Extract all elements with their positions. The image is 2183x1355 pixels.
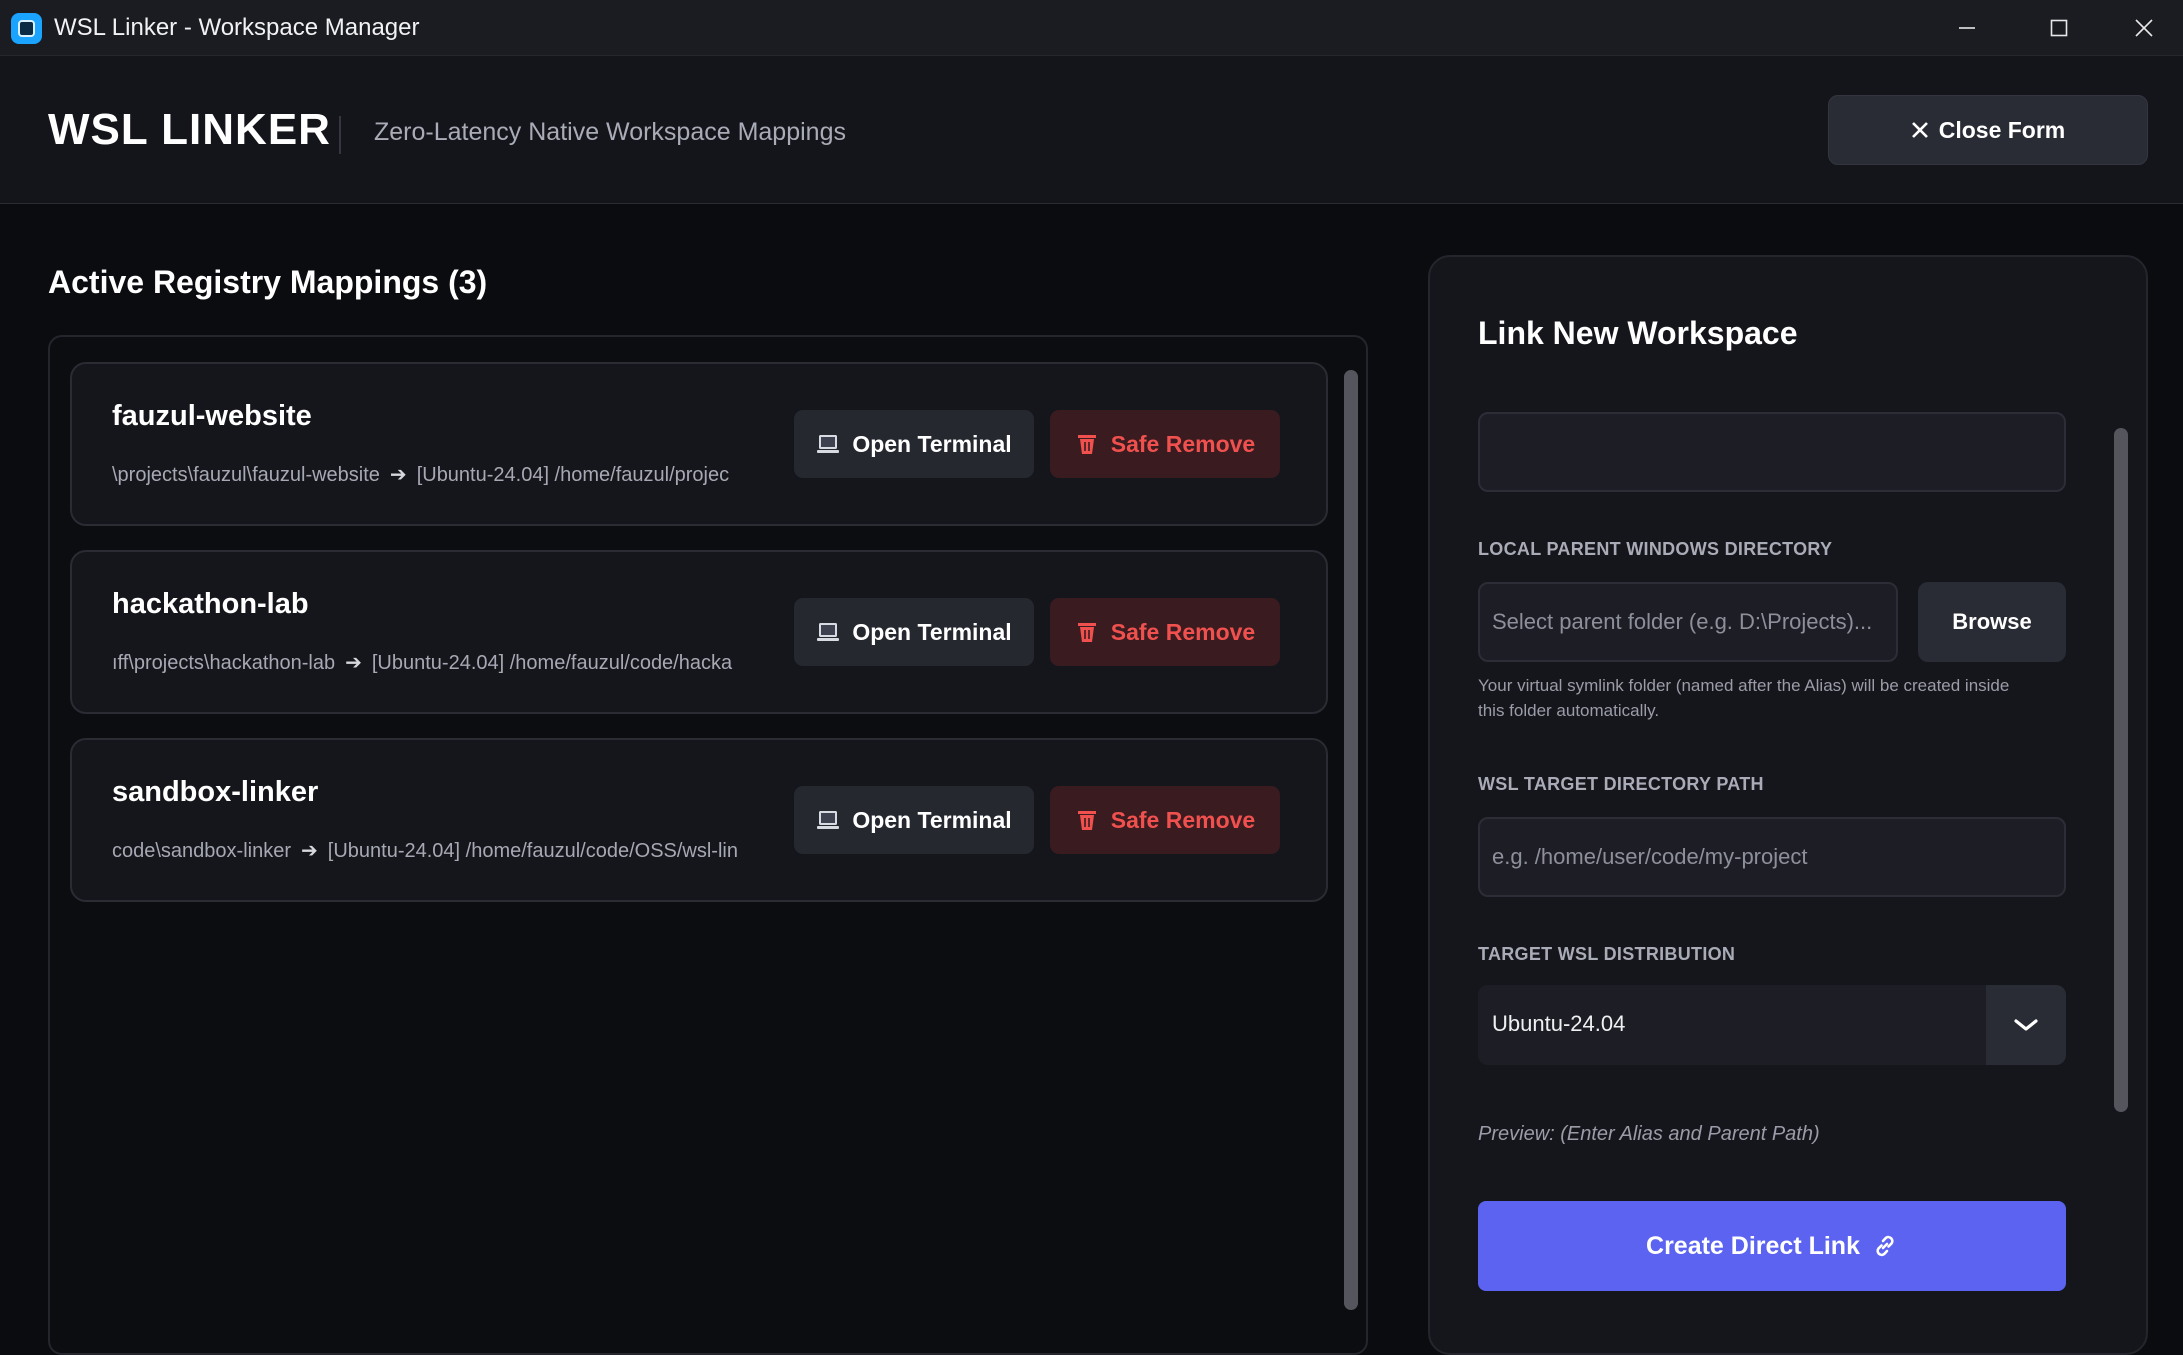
link-form-panel: Link New Workspace LOCAL PARENT WINDOWS … — [1428, 255, 2148, 1355]
windows-path: ıff\projects\hackathon-lab — [112, 652, 336, 674]
open-terminal-button[interactable]: Open Terminal — [794, 786, 1034, 854]
close-form-label: Close Form — [1938, 116, 2066, 143]
minimize-button[interactable] — [1921, 0, 2013, 56]
mapping-path: code\sandbox-linker ➔ [Ubuntu-24.04] /home… — [112, 838, 820, 868]
alias-input[interactable] — [1478, 412, 2066, 492]
trash-icon — [1077, 623, 1096, 642]
mapping-card-fauzul-website: fauzul-website \projects\fauzul\fauzul-w… — [70, 362, 1328, 526]
trash-icon — [1077, 435, 1096, 454]
create-link-label: Create Direct Link — [1646, 1231, 1860, 1260]
safe-remove-button[interactable]: Safe Remove — [1050, 786, 1280, 854]
minimize-icon — [1959, 27, 1975, 29]
parent-directory-helper: Your virtual symlink folder (named after… — [1478, 676, 2010, 720]
mapping-list: fauzul-website \projects\fauzul\fauzul-w… — [48, 335, 1368, 1355]
arrow-right-icon: ➔ — [345, 652, 362, 674]
open-terminal-label: Open Terminal — [852, 618, 1012, 645]
parent-directory-input[interactable] — [1478, 582, 1898, 662]
create-link-button[interactable]: Create Direct Link — [1478, 1201, 2066, 1291]
safe-remove-label: Safe Remove — [1110, 430, 1256, 457]
mapping-list-scrollbar[interactable] — [1344, 370, 1358, 1310]
mapping-path: \projects\fauzul\fauzul-website ➔ [Ubuntu-… — [112, 462, 820, 492]
terminal-icon — [817, 811, 840, 829]
form-title: Link New Workspace — [1478, 315, 1798, 351]
brand-title: WSL LINKER — [48, 105, 331, 154]
close-window-button[interactable] — [2105, 0, 2183, 56]
browse-button[interactable]: Browse — [1918, 582, 2066, 662]
wsl-path: [Ubuntu-24.04] /home/fauzul/projec — [416, 464, 730, 486]
trash-icon — [1077, 811, 1096, 830]
wsl-path-label: WSL TARGET DIRECTORY PATH — [1478, 774, 1764, 794]
mapping-card-hackathon-lab: hackathon-lab ıff\projects\hackathon-lab… — [70, 550, 1328, 714]
registry-title: Active Registry Mappings (3) — [48, 264, 488, 300]
tagline: Zero-Latency Native Workspace Mappings — [374, 118, 846, 146]
mapping-name: sandbox-linker — [112, 776, 319, 808]
mapping-name: hackathon-lab — [112, 588, 309, 620]
terminal-icon — [817, 623, 840, 641]
app-icon — [11, 13, 42, 44]
wsl-path-input[interactable] — [1478, 817, 2066, 897]
windows-path: \projects\fauzul\fauzul-website — [112, 464, 380, 486]
arrow-right-icon: ➔ — [389, 464, 407, 486]
link-preview: Preview: (Enter Alias and Parent Path) — [1478, 1123, 1820, 1145]
safe-remove-button[interactable]: Safe Remove — [1050, 598, 1280, 666]
arrow-right-icon: ➔ — [301, 840, 318, 862]
distribution-value: Ubuntu-24.04 — [1492, 1011, 1626, 1036]
parent-directory-label: LOCAL PARENT WINDOWS DIRECTORY — [1478, 539, 1833, 559]
mapping-path: ıff\projects\hackathon-lab ➔ [Ubuntu-24.04… — [112, 650, 820, 680]
safe-remove-label: Safe Remove — [1110, 806, 1256, 833]
wsl-path: [Ubuntu-24.04] /home/fauzul/code/OSS/wsl… — [327, 840, 738, 862]
chevron-down-icon — [2014, 1019, 2038, 1031]
open-terminal-button[interactable]: Open Terminal — [794, 410, 1034, 478]
window-title: WSL Linker - Workspace Manager — [54, 14, 420, 41]
terminal-icon — [817, 435, 840, 453]
mapping-card-sandbox-linker: sandbox-linker code\sandbox-linker ➔ [Ubun… — [70, 738, 1328, 902]
open-terminal-label: Open Terminal — [852, 430, 1012, 457]
title-bar: WSL Linker - Workspace Manager — [0, 0, 2183, 56]
distribution-select[interactable]: Ubuntu-24.04 — [1478, 985, 2066, 1065]
app-header: WSL LINKER Zero-Latency Native Workspace… — [0, 56, 2183, 204]
close-icon — [2135, 19, 2153, 37]
mapping-name: fauzul-website — [112, 400, 312, 432]
windows-path: code\sandbox-linker — [112, 840, 291, 862]
distribution-label: TARGET WSL DISTRIBUTION — [1478, 944, 1736, 964]
close-x-icon — [1911, 122, 1928, 138]
distribution-dropdown-toggle[interactable] — [1986, 985, 2066, 1065]
open-terminal-label: Open Terminal — [852, 806, 1012, 833]
maximize-button[interactable] — [2013, 0, 2105, 56]
safe-remove-label: Safe Remove — [1110, 618, 1256, 645]
open-terminal-button[interactable]: Open Terminal — [794, 598, 1034, 666]
wsl-path: [Ubuntu-24.04] /home/fauzul/code/hacka — [371, 652, 733, 674]
close-form-button[interactable]: Close Form — [1828, 95, 2148, 165]
header-divider — [339, 116, 341, 154]
link-icon — [1876, 1235, 1894, 1257]
safe-remove-button[interactable]: Safe Remove — [1050, 410, 1280, 478]
form-scrollbar[interactable] — [2114, 428, 2128, 1112]
maximize-icon — [2050, 19, 2068, 37]
